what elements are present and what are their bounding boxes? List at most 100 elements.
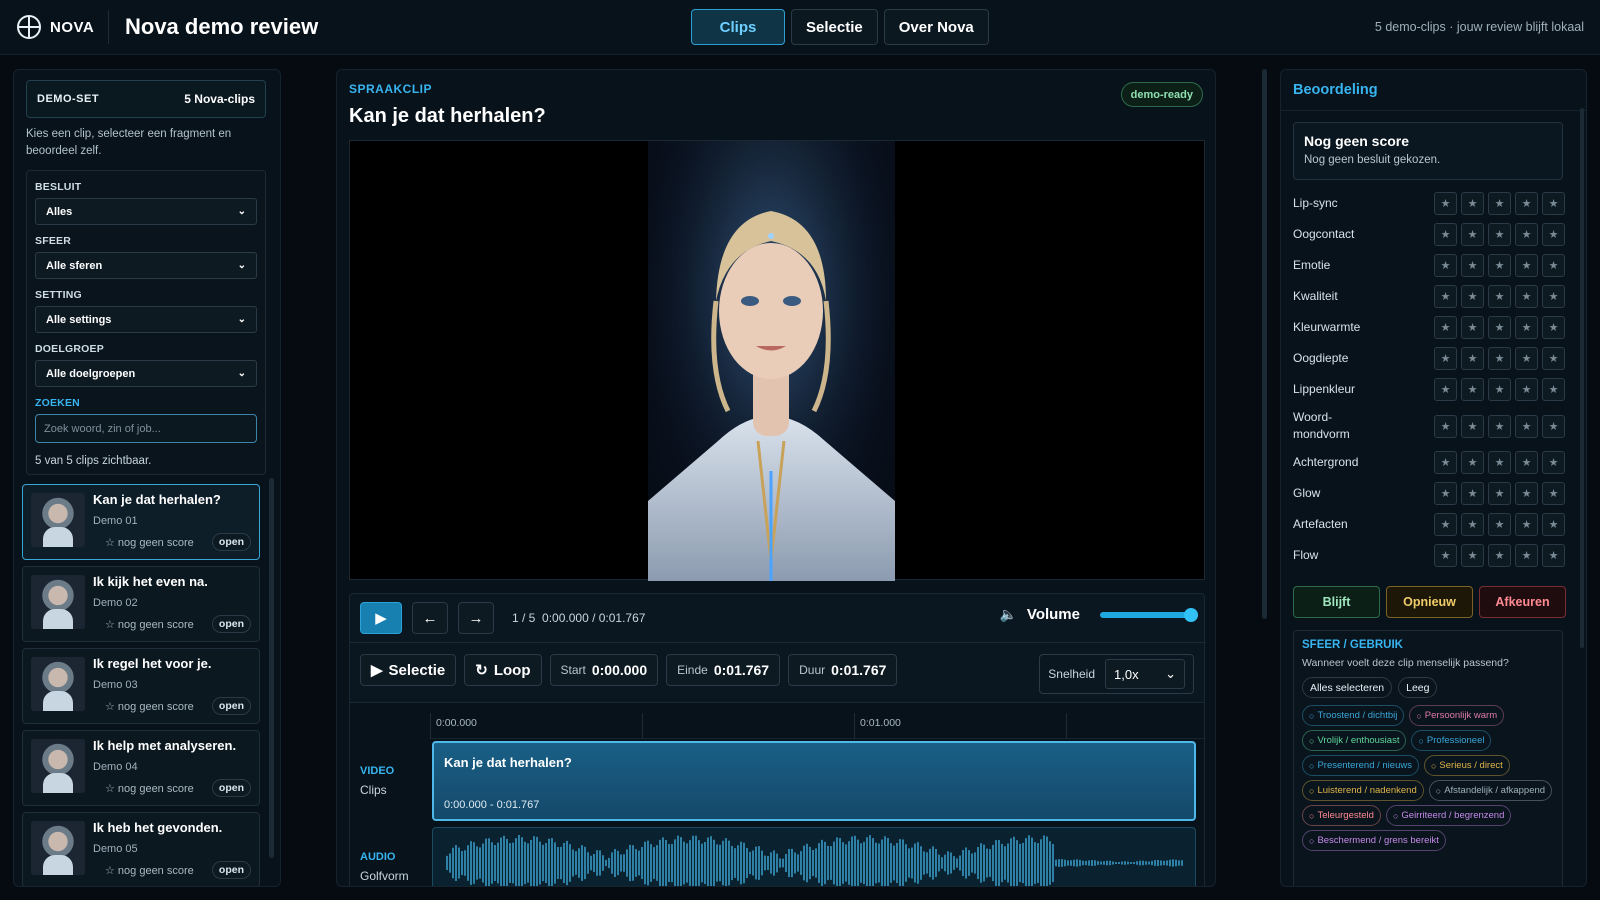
star-icon[interactable]: ★ <box>1461 451 1484 474</box>
reject-button[interactable]: Afkeuren <box>1479 586 1566 618</box>
sfeer-chip[interactable]: ○ Vrolijk / enthousiast <box>1302 730 1407 751</box>
sfeer-chip[interactable]: ○ Afstandelijk / afkappend <box>1428 780 1553 801</box>
star-icon[interactable]: ★ <box>1515 254 1538 277</box>
next-clip-button[interactable]: → <box>458 602 494 634</box>
star-icon[interactable]: ★ <box>1488 414 1511 438</box>
star-icon[interactable]: ★ <box>1461 482 1484 505</box>
sfeer-chip[interactable]: ○ Beschermend / grens bereikt <box>1302 830 1446 851</box>
sfeer-chip[interactable]: ○ Persoonlijk warm <box>1409 705 1505 726</box>
sfeer-chip[interactable]: ○ Luisterend / nadenkend <box>1302 780 1424 801</box>
star-icon[interactable]: ★ <box>1461 347 1484 370</box>
star-icon[interactable]: ★ <box>1461 513 1484 536</box>
star-icon[interactable]: ★ <box>1488 347 1511 370</box>
rating-scrollbar[interactable] <box>1580 108 1584 648</box>
start-field[interactable]: Start 0:00.000 <box>549 654 659 686</box>
previous-clip-button[interactable]: ← <box>412 602 448 634</box>
video-clip-block[interactable]: Kan je dat herhalen? 0:00.000 - 0:01.767 <box>432 741 1196 821</box>
star-icon[interactable]: ★ <box>1515 192 1538 215</box>
clip-list-scrollbar[interactable] <box>269 478 274 858</box>
star-icon[interactable]: ★ <box>1488 192 1511 215</box>
select-all-button[interactable]: Alles selecteren <box>1302 677 1393 698</box>
star-icon[interactable]: ★ <box>1434 482 1457 505</box>
star-icon[interactable]: ★ <box>1515 482 1538 505</box>
sfeer-chip[interactable]: ○ Teleurgesteld <box>1302 805 1381 826</box>
loop-button[interactable]: ↻ Loop <box>464 654 542 686</box>
star-icon[interactable]: ★ <box>1488 482 1511 505</box>
star-icon[interactable]: ★ <box>1461 254 1484 277</box>
star-icon[interactable]: ★ <box>1461 378 1484 401</box>
star-icon[interactable]: ★ <box>1434 316 1457 339</box>
nav-over-nova-button[interactable]: Over Nova <box>883 9 989 45</box>
star-icon[interactable]: ★ <box>1542 347 1565 370</box>
star-icon[interactable]: ★ <box>1515 513 1538 536</box>
clip-open-button[interactable]: open <box>211 697 251 715</box>
clip-item[interactable]: Ik help met analyseren. Demo 04 ☆ nog ge… <box>22 730 260 806</box>
star-icon[interactable]: ★ <box>1515 451 1538 474</box>
clip-item[interactable]: Ik kijk het even na. Demo 02 ☆ nog geen … <box>22 566 260 642</box>
star-icon[interactable]: ★ <box>1542 378 1565 401</box>
besluit-select[interactable]: Alles ⌄ <box>35 198 257 225</box>
clip-open-button[interactable]: open <box>211 861 251 879</box>
star-icon[interactable]: ★ <box>1434 378 1457 401</box>
clear-button[interactable]: Leeg <box>1398 677 1438 698</box>
star-icon[interactable]: ★ <box>1461 414 1484 438</box>
star-icon[interactable]: ★ <box>1461 544 1484 567</box>
star-icon[interactable]: ★ <box>1542 192 1565 215</box>
star-icon[interactable]: ★ <box>1542 285 1565 308</box>
star-icon[interactable]: ★ <box>1542 451 1565 474</box>
star-icon[interactable]: ★ <box>1542 223 1565 246</box>
sfeer-chip[interactable]: ○ Troostend / dichtbij <box>1302 705 1405 726</box>
star-icon[interactable]: ★ <box>1488 223 1511 246</box>
star-icon[interactable]: ★ <box>1515 544 1538 567</box>
sfeer-chip[interactable]: ○ Geirriteerd / begrenzend <box>1385 805 1512 826</box>
star-icon[interactable]: ★ <box>1434 192 1457 215</box>
star-icon[interactable]: ★ <box>1461 316 1484 339</box>
volume-slider-handle[interactable] <box>1184 607 1198 622</box>
speed-select[interactable]: 1,0x ⌄ <box>1105 659 1185 689</box>
star-icon[interactable]: ★ <box>1434 414 1457 438</box>
star-icon[interactable]: ★ <box>1434 223 1457 246</box>
star-icon[interactable]: ★ <box>1542 513 1565 536</box>
star-icon[interactable]: ★ <box>1488 451 1511 474</box>
search-input[interactable]: Zoek woord, zin of job... <box>35 414 257 443</box>
video-player[interactable] <box>349 140 1205 581</box>
star-icon[interactable]: ★ <box>1461 285 1484 308</box>
clip-open-button[interactable]: open <box>211 615 251 633</box>
nav-clips-button[interactable]: Clips <box>691 9 785 45</box>
star-icon[interactable]: ★ <box>1515 285 1538 308</box>
sfeer-chip[interactable]: ○ Serieus / direct <box>1423 755 1510 776</box>
sfeer-select[interactable]: Alle sferen ⌄ <box>35 252 257 279</box>
redo-button[interactable]: Opnieuw <box>1386 586 1473 618</box>
star-icon[interactable]: ★ <box>1434 254 1457 277</box>
volume-slider[interactable] <box>1100 607 1198 622</box>
center-scrollbar[interactable] <box>1262 69 1267 619</box>
star-icon[interactable]: ★ <box>1488 316 1511 339</box>
star-icon[interactable]: ★ <box>1434 513 1457 536</box>
star-icon[interactable]: ★ <box>1515 223 1538 246</box>
star-icon[interactable]: ★ <box>1515 347 1538 370</box>
star-icon[interactable]: ★ <box>1488 285 1511 308</box>
clip-open-button[interactable]: open <box>211 533 251 551</box>
nav-selectie-button[interactable]: Selectie <box>791 9 878 45</box>
clip-item[interactable]: Kan je dat herhalen? Demo 01 ☆ nog geen … <box>22 484 260 560</box>
clip-item[interactable]: Ik heb het gevonden. Demo 05 ☆ nog geen … <box>22 812 260 886</box>
clip-item[interactable]: Ik regel het voor je. Demo 03 ☆ nog geen… <box>22 648 260 724</box>
star-icon[interactable]: ★ <box>1515 316 1538 339</box>
setting-select[interactable]: Alle settings ⌄ <box>35 306 257 333</box>
einde-field[interactable]: Einde 0:01.767 <box>666 654 781 686</box>
star-icon[interactable]: ★ <box>1461 192 1484 215</box>
star-icon[interactable]: ★ <box>1461 223 1484 246</box>
play-selection-button[interactable]: ▶ Selectie <box>360 654 457 686</box>
star-icon[interactable]: ★ <box>1542 414 1565 438</box>
star-icon[interactable]: ★ <box>1434 544 1457 567</box>
sfeer-chip[interactable]: ○ Professioneel <box>1411 730 1492 751</box>
star-icon[interactable]: ★ <box>1488 378 1511 401</box>
star-icon[interactable]: ★ <box>1488 254 1511 277</box>
star-icon[interactable]: ★ <box>1434 347 1457 370</box>
star-icon[interactable]: ★ <box>1542 316 1565 339</box>
star-icon[interactable]: ★ <box>1434 451 1457 474</box>
play-button[interactable]: ▶ <box>360 602 402 634</box>
star-icon[interactable]: ★ <box>1515 378 1538 401</box>
keep-button[interactable]: Blijft <box>1293 586 1380 618</box>
sfeer-chip[interactable]: ○ Presenterend / nieuws <box>1302 755 1419 776</box>
